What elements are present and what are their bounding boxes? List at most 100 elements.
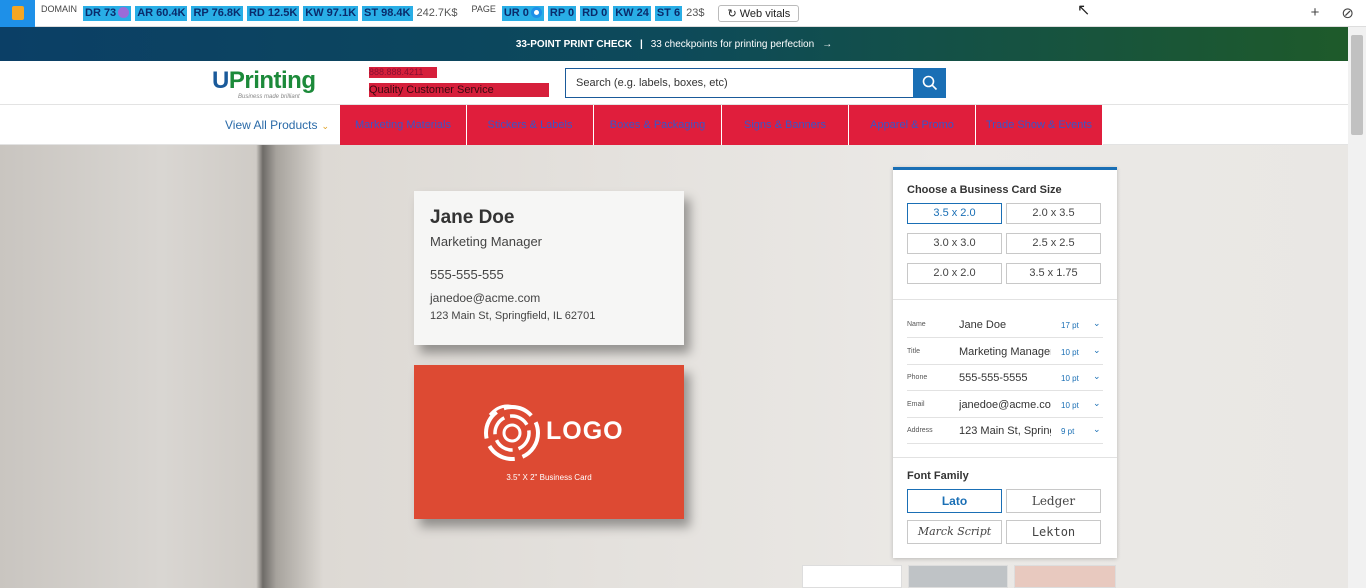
address-font-size[interactable]: 9 pt — [1061, 427, 1074, 436]
swirl-logo-icon — [484, 404, 540, 461]
view-all-products-menu[interactable]: View All Products ⌄ — [225, 118, 329, 132]
font-option-lato[interactable]: Lato — [907, 489, 1002, 513]
chevron-down-icon[interactable]: ⌄ — [1093, 424, 1101, 435]
card-address: 123 Main St, Springfield, IL 62701 — [430, 310, 596, 322]
size-option-2.5x2.5[interactable]: 2.5 x 2.5 — [1006, 233, 1101, 254]
metric-dr[interactable]: DR 73 — [83, 5, 132, 21]
card-configurator-panel: Choose a Business Card Size 3.5 x 2.0 2.… — [893, 167, 1117, 558]
email-field-label: Email — [907, 401, 925, 408]
name-field-label: Name — [907, 321, 926, 328]
brand-logo[interactable]: UPrinting Business made brilliant — [212, 67, 316, 100]
font-option-ledger[interactable]: Ledger — [1006, 489, 1101, 513]
product-thumbnail[interactable] — [908, 565, 1008, 588]
nav-item-signs-banners[interactable]: Signs & Banners — [722, 105, 849, 145]
arrow-right-icon: → — [822, 38, 833, 50]
metric-page-ur[interactable]: UR 0 — [501, 5, 544, 21]
business-card-back-preview: LOGO 3.5" X 2" Business Card — [414, 365, 684, 519]
chevron-down-icon[interactable]: ⌄ — [1093, 318, 1101, 329]
main-nav: View All Products ⌄ Marketing Materials S… — [0, 104, 1348, 145]
font-option-lekton[interactable]: Lekton — [1006, 520, 1101, 544]
address-field-row: Address 123 Main St, Springfield 9 pt ⌄ — [907, 420, 1103, 444]
card-name: Jane Doe — [430, 207, 515, 228]
promo-headline: 33-POINT PRINT CHECK — [515, 38, 632, 50]
logo-placeholder-text: LOGO — [546, 417, 624, 445]
email-field-row: Email janedoe@acme.com 10 pt ⌄ — [907, 394, 1103, 418]
address-field-input[interactable]: 123 Main St, Springfield — [959, 425, 1051, 437]
metric-ar[interactable]: AR 60.4K — [135, 5, 188, 21]
email-field-input[interactable]: janedoe@acme.com — [959, 399, 1051, 411]
nav-item-boxes-packaging[interactable]: Boxes & Packaging — [594, 105, 722, 145]
phone-field-row: Phone 555-555-5555 10 pt ⌄ — [907, 367, 1103, 391]
promo-subtext: 33 checkpoints for printing perfection — [650, 38, 815, 50]
mouse-cursor-icon: ↖ — [1077, 2, 1091, 19]
scrollbar-thumb[interactable] — [1351, 35, 1363, 135]
size-heading: Choose a Business Card Size — [907, 184, 1062, 196]
card-email: janedoe@acme.com — [430, 291, 541, 305]
promo-separator: | — [639, 38, 643, 50]
card-title: Marketing Manager — [430, 234, 542, 249]
size-option-3.5x1.75[interactable]: 3.5 x 1.75 — [1006, 263, 1101, 284]
refresh-icon: ↻ — [727, 7, 740, 20]
title-field-row: Title Marketing Manager 10 pt ⌄ — [907, 341, 1103, 365]
metric-kw[interactable]: KW 97.1K — [303, 5, 359, 21]
chevron-down-icon[interactable]: ⌄ — [1093, 398, 1101, 409]
size-option-3.5x2.0[interactable]: 3.5 x 2.0 — [907, 203, 1002, 224]
title-font-size[interactable]: 10 pt — [1061, 348, 1079, 357]
brand-tagline: Business made brilliant — [238, 94, 300, 100]
search-button[interactable] — [913, 68, 946, 98]
name-field-input[interactable]: Jane Doe — [959, 319, 1051, 331]
nav-item-stickers-labels[interactable]: Stickers & Labels — [467, 105, 594, 145]
page-value: 23$ — [686, 7, 705, 19]
phone-font-size[interactable]: 10 pt — [1061, 374, 1079, 383]
font-family-heading: Font Family — [907, 470, 969, 482]
traffic-value: 242.7K$ — [416, 7, 458, 19]
metric-st[interactable]: ST 98.4K — [362, 5, 413, 21]
ur-circle-icon — [530, 6, 542, 18]
nav-item-trade-show-events[interactable]: Trade Show & Events — [976, 105, 1103, 145]
email-font-size[interactable]: 10 pt — [1061, 401, 1079, 410]
web-vitals-button[interactable]: ↻ Web vitals — [718, 4, 800, 22]
size-option-3.0x3.0[interactable]: 3.0 x 3.0 — [907, 233, 1002, 254]
name-field-row: Name Jane Doe 17 pt ⌄ — [907, 314, 1103, 338]
font-option-marck-script[interactable]: Marck Script — [907, 520, 1002, 544]
metric-page-rp[interactable]: RP 0 — [547, 5, 577, 21]
brand-u: U — [212, 67, 229, 94]
title-field-input[interactable]: Marketing Manager — [959, 346, 1051, 358]
title-field-label: Title — [907, 348, 920, 355]
chevron-down-icon: ⌄ — [321, 121, 330, 131]
metric-page-rd[interactable]: RD 0 — [580, 5, 610, 21]
size-option-2.0x2.0[interactable]: 2.0 x 2.0 — [907, 263, 1002, 284]
card-phone: 555-555-555 — [430, 267, 504, 282]
domain-label: DOMAIN — [41, 4, 77, 14]
divider — [893, 457, 1117, 458]
name-font-size[interactable]: 17 pt — [1061, 321, 1079, 330]
address-field-label: Address — [907, 427, 933, 434]
chevron-down-icon[interactable]: ⌄ — [1093, 371, 1101, 382]
nav-item-marketing-materials[interactable]: Marketing Materials — [340, 105, 467, 145]
promo-banner[interactable]: 33-POINT PRINT CHECK | 33 checkpoints fo… — [0, 27, 1348, 61]
seo-toolbar: DOMAIN DR 73 AR 60.4K RP 76.8K RD 12.5K … — [0, 0, 1366, 27]
plus-icon[interactable]: + — [1311, 4, 1320, 22]
product-thumbnail[interactable] — [802, 565, 902, 588]
metric-rp[interactable]: RP 76.8K — [191, 5, 243, 21]
metric-page-kw[interactable]: KW 24 — [613, 5, 651, 21]
business-card-front-preview: Jane Doe Marketing Manager 555-555-555 j… — [414, 191, 684, 345]
customer-service-link[interactable]: Quality Customer Service — [369, 83, 549, 97]
card-size-caption: 3.5" X 2" Business Card — [506, 473, 592, 482]
search-input[interactable]: Search (e.g. labels, boxes, etc) — [565, 68, 913, 98]
product-thumbnail[interactable] — [1014, 565, 1116, 588]
phone-link[interactable]: 888.888.4211 — [369, 67, 437, 78]
page-scrollbar[interactable] — [1348, 27, 1366, 588]
chevron-down-icon[interactable]: ⌄ — [1093, 345, 1101, 356]
phone-field-label: Phone — [907, 374, 928, 381]
block-icon[interactable]: ⊘ — [1341, 4, 1354, 22]
metric-rd[interactable]: RD 12.5K — [246, 5, 300, 21]
extension-logo-icon[interactable] — [0, 0, 35, 27]
metric-page-st[interactable]: ST 6 — [654, 5, 683, 21]
brand-name: Printing — [228, 67, 316, 94]
nav-item-apparel-promo[interactable]: Apparel & Promo — [849, 105, 976, 145]
page-label: PAGE — [471, 4, 496, 14]
size-option-2.0x3.5[interactable]: 2.0 x 3.5 — [1006, 203, 1101, 224]
phone-field-input[interactable]: 555-555-5555 — [959, 372, 1051, 384]
divider — [893, 299, 1117, 300]
